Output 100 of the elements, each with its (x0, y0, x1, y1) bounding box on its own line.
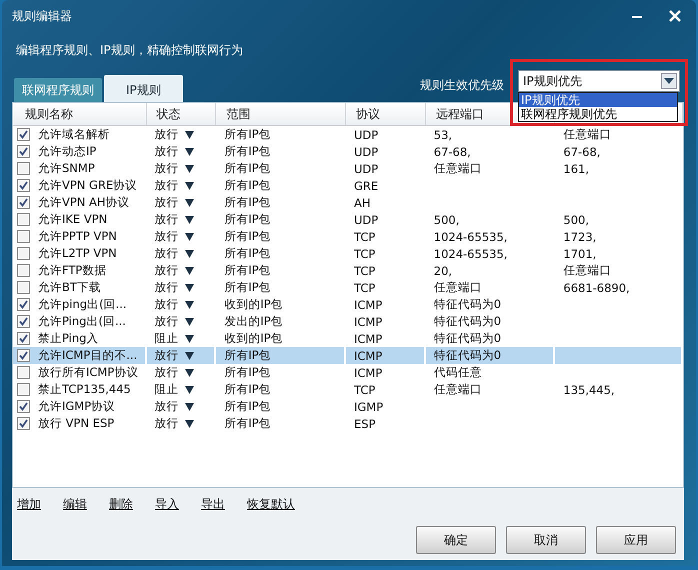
rule-name: 允许IKE VPN (38, 212, 108, 227)
rule-name: 放行所有ICMP协议 (38, 365, 138, 380)
table-cell: 所有IP包 (224, 365, 271, 380)
table-cell: ICMP (354, 332, 382, 346)
table-cell: 任意端口 (434, 161, 482, 176)
rule-name: 放行 VPN ESP (38, 416, 114, 431)
rule-name: 允许SNMP (38, 161, 95, 176)
checkbox[interactable] (17, 213, 30, 226)
table-cell: 特征代码为0 (434, 348, 502, 363)
table-cell: UDP (354, 162, 378, 176)
table-row[interactable]: 允许Ping出(回... 放行 发出的IP包 ICMP 特征代码为0 (13, 313, 683, 330)
checkbox[interactable] (17, 383, 30, 396)
table-row[interactable]: 禁止TCP135,445 阻止 所有IP包 TCP 任意端口 135,445, (13, 381, 683, 398)
column-header[interactable]: 规则名称 (25, 106, 73, 122)
checkbox[interactable] (17, 162, 30, 175)
table-cell: TCP (354, 280, 376, 294)
action-link[interactable]: 编辑 (63, 496, 87, 520)
rule-name: 允许VPN AH协议 (38, 195, 130, 210)
action-link[interactable]: 删除 (109, 496, 133, 520)
rule-name: 允许ICMP目的不... (38, 348, 138, 363)
checkbox[interactable] (17, 349, 30, 362)
checkbox[interactable] (17, 230, 30, 243)
table-cell: 所有IP包 (224, 348, 271, 363)
table-cell: 任意端口 (434, 280, 482, 295)
table-row[interactable]: 允许域名解析 放行 所有IP包 UDP 53, 任意端口 (13, 126, 683, 143)
checkbox[interactable] (17, 417, 30, 430)
table-row[interactable]: 放行 VPN ESP 放行 所有IP包 ESP (13, 415, 683, 432)
checkbox[interactable] (17, 281, 30, 294)
table-cell: ICMP (354, 314, 382, 328)
rule-status: 放行 (154, 263, 179, 278)
action-link[interactable]: 恢复默认 (247, 496, 295, 520)
rule-status: 放行 (154, 280, 179, 295)
table-row[interactable]: 放行所有ICMP协议 放行 所有IP包 ICMP 代码任意 (13, 364, 683, 381)
table-cell: 20, (434, 264, 452, 278)
checkbox[interactable] (17, 332, 30, 345)
table-row[interactable]: 允许ICMP目的不... 放行 所有IP包 ICMP 特征代码为0 (13, 347, 683, 364)
table-row[interactable]: 允许IKE VPN 放行 所有IP包 UDP 500, 500, (13, 211, 683, 228)
column-header[interactable]: 范围 (226, 106, 250, 122)
table-cell: 67-68, (563, 144, 600, 158)
checkbox[interactable] (17, 366, 30, 379)
dialog-button[interactable]: 取消 (506, 526, 586, 554)
table-row[interactable]: 允许PPTP VPN 放行 所有IP包 TCP 1024-65535, 1723, (13, 228, 683, 245)
table-cell: 161, (563, 162, 589, 176)
action-link[interactable]: 导入 (155, 496, 179, 520)
checkbox[interactable] (17, 196, 30, 209)
rule-name: 允许VPN GRE协议 (38, 178, 138, 193)
table-row[interactable]: 允许BT下载 放行 所有IP包 TCP 任意端口 6681-6890, (13, 279, 683, 296)
table-row[interactable]: 允许L2TP VPN 放行 所有IP包 TCP 1024-65535, 1701, (13, 245, 683, 262)
rule-status: 放行 (154, 127, 179, 142)
table-cell: 所有IP包 (224, 212, 271, 227)
action-link[interactable]: 导出 (201, 496, 225, 520)
tab[interactable]: IP规则 (104, 75, 183, 102)
table-cell: 所有IP包 (224, 144, 271, 159)
dialog-button[interactable]: 应用 (596, 526, 676, 554)
checkbox[interactable] (17, 315, 30, 328)
table-cell: ICMP (354, 348, 382, 362)
checkbox[interactable] (17, 247, 30, 260)
table-cell: 所有IP包 (224, 399, 271, 414)
table-row[interactable]: 允许IGMP协议 放行 所有IP包 IGMP (13, 398, 683, 415)
column-header[interactable]: 协议 (356, 106, 380, 122)
table-cell: 53, (434, 128, 452, 142)
checkbox[interactable] (17, 179, 30, 192)
dialog-button[interactable]: 确定 (416, 526, 496, 554)
rule-status: 放行 (154, 348, 179, 363)
table-cell: 特征代码为0 (434, 297, 502, 312)
rule-status: 放行 (154, 144, 179, 159)
column-header[interactable]: 状态 (156, 106, 181, 122)
close-icon[interactable] (668, 9, 682, 23)
rule-status: 放行 (154, 314, 179, 329)
table-row[interactable]: 允许VPN AH协议 放行 所有IP包 AH (13, 194, 683, 211)
table-cell: 1701, (563, 246, 596, 260)
table-cell: 特征代码为0 (434, 331, 502, 346)
table-cell: ICMP (354, 366, 382, 380)
dropdown-option[interactable]: IP规则优先 (519, 93, 677, 107)
table-cell: 500, (434, 212, 460, 226)
table-row[interactable]: 允许动态IP 放行 所有IP包 UDP 67-68, 67-68, (13, 143, 683, 160)
rule-status: 放行 (154, 246, 179, 261)
checkbox[interactable] (17, 400, 30, 413)
table-cell: 收到的IP包 (224, 331, 283, 346)
table-cell: ESP (354, 416, 376, 430)
table-cell: 所有IP包 (224, 161, 271, 176)
checkbox[interactable] (17, 298, 30, 311)
checkbox[interactable] (17, 128, 30, 141)
table-row[interactable]: 禁止Ping入 阻止 收到的IP包 ICMP 特征代码为0 (13, 330, 683, 347)
checkbox[interactable] (17, 264, 30, 277)
table-row[interactable]: 允许FTP数据 放行 所有IP包 TCP 20, 任意端口 (13, 262, 683, 279)
table-cell: GRE (354, 178, 378, 192)
action-link[interactable]: 增加 (17, 496, 41, 520)
checkbox[interactable] (17, 145, 30, 158)
table-cell: 所有IP包 (224, 195, 271, 210)
dropdown-option[interactable]: 联网程序规则优先 (519, 107, 677, 121)
table-row[interactable]: 允许SNMP 放行 所有IP包 UDP 任意端口 161, (13, 160, 683, 177)
column-header[interactable]: 远程端口 (436, 106, 484, 122)
table-cell: 特征代码为0 (434, 314, 502, 329)
priority-dropdown[interactable]: IP规则优先 (518, 70, 680, 92)
tab[interactable]: 联网程序规则 (14, 78, 102, 102)
table-cell: 1024-65535, (434, 246, 508, 260)
table-row[interactable]: 允许ping出(回... 放行 收到的IP包 ICMP 特征代码为0 (13, 296, 683, 313)
table-cell: 所有IP包 (224, 127, 271, 142)
table-row[interactable]: 允许VPN GRE协议 放行 所有IP包 GRE (13, 177, 683, 194)
